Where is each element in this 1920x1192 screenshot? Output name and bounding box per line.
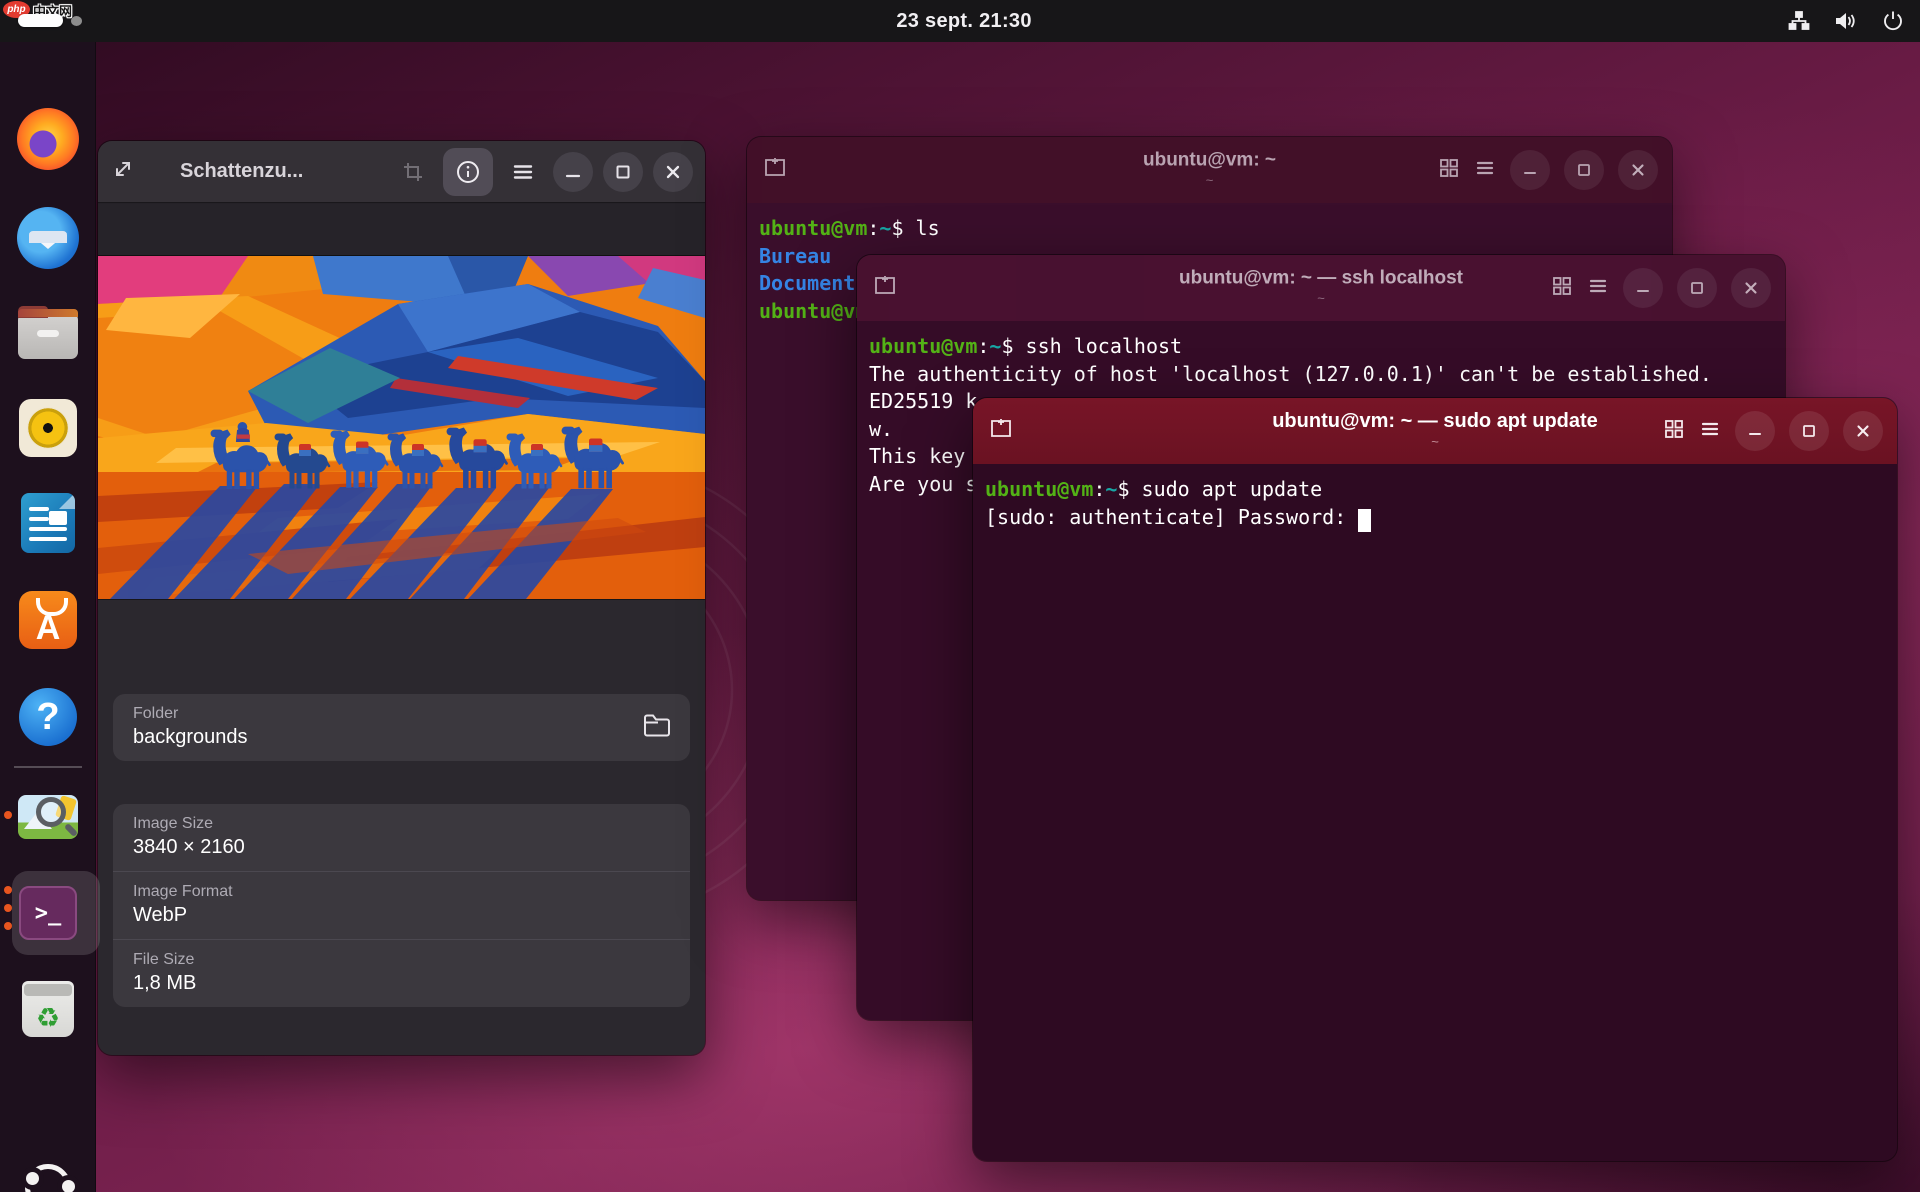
details-card: Image Size 3840 × 2160 Image Format WebP Fil… xyxy=(113,804,690,1007)
property-value: WebP xyxy=(133,904,670,927)
dock-item-rhythmbox[interactable] xyxy=(8,395,88,461)
new-tab-icon[interactable] xyxy=(987,415,1015,447)
property-value: 1,8 MB xyxy=(133,972,670,995)
property-label: Image Size xyxy=(133,815,670,833)
files-icon xyxy=(18,313,78,359)
image-content[interactable] xyxy=(98,255,705,598)
app-center-icon: A xyxy=(19,591,77,649)
terminal-line: ubuntu@vm:~$ sudo apt update xyxy=(985,477,1897,505)
terminal1-title: ubuntu@vm: ~ xyxy=(1143,149,1276,171)
property-label: Image Format xyxy=(133,883,670,901)
dock-item-files[interactable] xyxy=(8,300,88,366)
ubuntu-logo-icon xyxy=(25,1164,71,1192)
image-viewer-window: Schattenzu... xyxy=(98,141,705,1055)
terminal3-output[interactable]: ubuntu@vm:~$ sudo apt update[sudo: authe… xyxy=(973,465,1897,1161)
minimize-button[interactable] xyxy=(1510,150,1550,190)
dock-item-libreoffice[interactable] xyxy=(8,490,88,556)
image-viewer-icon xyxy=(18,795,78,839)
dock-item-terminal[interactable]: >_ xyxy=(8,880,88,946)
terminal2-headerbar[interactable]: ubuntu@vm: ~ — ssh localhost ~ xyxy=(857,255,1785,321)
dock-item-show-apps[interactable] xyxy=(8,1154,88,1192)
new-tab-icon[interactable] xyxy=(761,154,789,186)
menu-icon[interactable] xyxy=(1699,418,1721,444)
close-button[interactable] xyxy=(653,152,693,192)
property-label: File Size xyxy=(133,951,670,969)
maximize-button[interactable] xyxy=(1677,268,1717,308)
crop-icon[interactable] xyxy=(393,152,433,192)
maximize-button[interactable] xyxy=(1789,411,1829,451)
close-button[interactable] xyxy=(1618,150,1658,190)
terminal3-subtitle: ~ xyxy=(1272,434,1598,449)
property-row: File Size 1,8 MB xyxy=(113,939,690,1007)
dock-item-trash[interactable]: ♻ xyxy=(8,976,88,1042)
tabs-grid-icon[interactable] xyxy=(1551,275,1573,301)
minimize-button[interactable] xyxy=(1623,268,1663,308)
terminal-line: The authenticity of host 'localhost (127… xyxy=(869,362,1785,390)
image-viewer-title: Schattenzu... xyxy=(180,160,303,183)
folder-value: backgrounds xyxy=(133,726,670,749)
terminal-line: [sudo: authenticate] Password: xyxy=(985,505,1897,533)
dock: A ? >_ ♻ xyxy=(0,42,96,1192)
running-indicator-dot xyxy=(4,811,12,819)
terminal-line: ubuntu@vm:~$ ls xyxy=(759,216,1672,244)
image-letterbox xyxy=(98,204,705,255)
tabs-grid-icon[interactable] xyxy=(1438,157,1460,183)
dock-item-firefox[interactable] xyxy=(8,106,88,172)
trash-icon: ♻ xyxy=(22,981,74,1037)
property-row: Image Size 3840 × 2160 xyxy=(113,804,690,871)
help-icon: ? xyxy=(19,688,77,746)
terminal3-headerbar[interactable]: ubuntu@vm: ~ — sudo apt update ~ xyxy=(973,398,1897,464)
terminal1-headerbar[interactable]: ubuntu@vm: ~ ~ xyxy=(747,137,1672,203)
expand-icon[interactable] xyxy=(110,156,136,187)
menu-icon[interactable] xyxy=(503,152,543,192)
terminal1-subtitle: ~ xyxy=(1143,172,1276,187)
terminal2-title: ubuntu@vm: ~ — ssh localhost xyxy=(1179,267,1463,289)
power-icon xyxy=(1882,10,1904,32)
image-viewer-headerbar[interactable]: Schattenzu... xyxy=(98,141,705,203)
folder-icon[interactable] xyxy=(642,712,672,743)
volume-icon xyxy=(1834,10,1858,32)
tabs-grid-icon[interactable] xyxy=(1663,418,1685,444)
dock-item-help[interactable]: ? xyxy=(8,684,88,750)
folder-label: Folder xyxy=(133,705,670,723)
rhythmbox-icon xyxy=(19,399,77,457)
terminal-line: ubuntu@vm:~$ ssh localhost xyxy=(869,334,1785,362)
terminal3-title: ubuntu@vm: ~ — sudo apt update xyxy=(1272,410,1598,433)
property-value: 3840 × 2160 xyxy=(133,836,670,859)
image-properties-panel: Folder backgrounds Image Size 3840 × 2160… xyxy=(98,599,705,1055)
terminal2-subtitle: ~ xyxy=(1179,290,1463,305)
top-bar: 23 sept. 21:30 xyxy=(0,0,1920,42)
property-row: Image Format WebP xyxy=(113,871,690,939)
maximize-button[interactable] xyxy=(603,152,643,192)
close-button[interactable] xyxy=(1843,411,1883,451)
libreoffice-icon xyxy=(21,493,75,553)
desktop: 23 sept. 21:30 xyxy=(0,0,1920,1192)
terminal-icon: >_ xyxy=(19,886,77,940)
network-icon xyxy=(1788,10,1810,32)
info-button[interactable] xyxy=(443,148,493,196)
minimize-button[interactable] xyxy=(553,152,593,192)
dock-item-app-center[interactable]: A xyxy=(8,587,88,653)
terminal-window-3: ubuntu@vm: ~ — sudo apt update ~ xyxy=(973,398,1897,1161)
dock-separator xyxy=(14,766,82,768)
firefox-icon xyxy=(17,108,79,170)
maximize-button[interactable] xyxy=(1564,150,1604,190)
dock-item-thunderbird[interactable] xyxy=(8,205,88,271)
menu-icon[interactable] xyxy=(1587,275,1609,301)
menu-icon[interactable] xyxy=(1474,157,1496,183)
dock-item-image-viewer[interactable] xyxy=(8,782,88,848)
close-button[interactable] xyxy=(1731,268,1771,308)
thunderbird-icon xyxy=(17,207,79,269)
folder-card[interactable]: Folder backgrounds xyxy=(113,694,690,761)
system-tray[interactable] xyxy=(1788,0,1904,42)
new-tab-icon[interactable] xyxy=(871,272,899,304)
clock[interactable]: 23 sept. 21:30 xyxy=(896,0,1031,42)
minimize-button[interactable] xyxy=(1735,411,1775,451)
running-indicator-dots xyxy=(4,886,12,930)
